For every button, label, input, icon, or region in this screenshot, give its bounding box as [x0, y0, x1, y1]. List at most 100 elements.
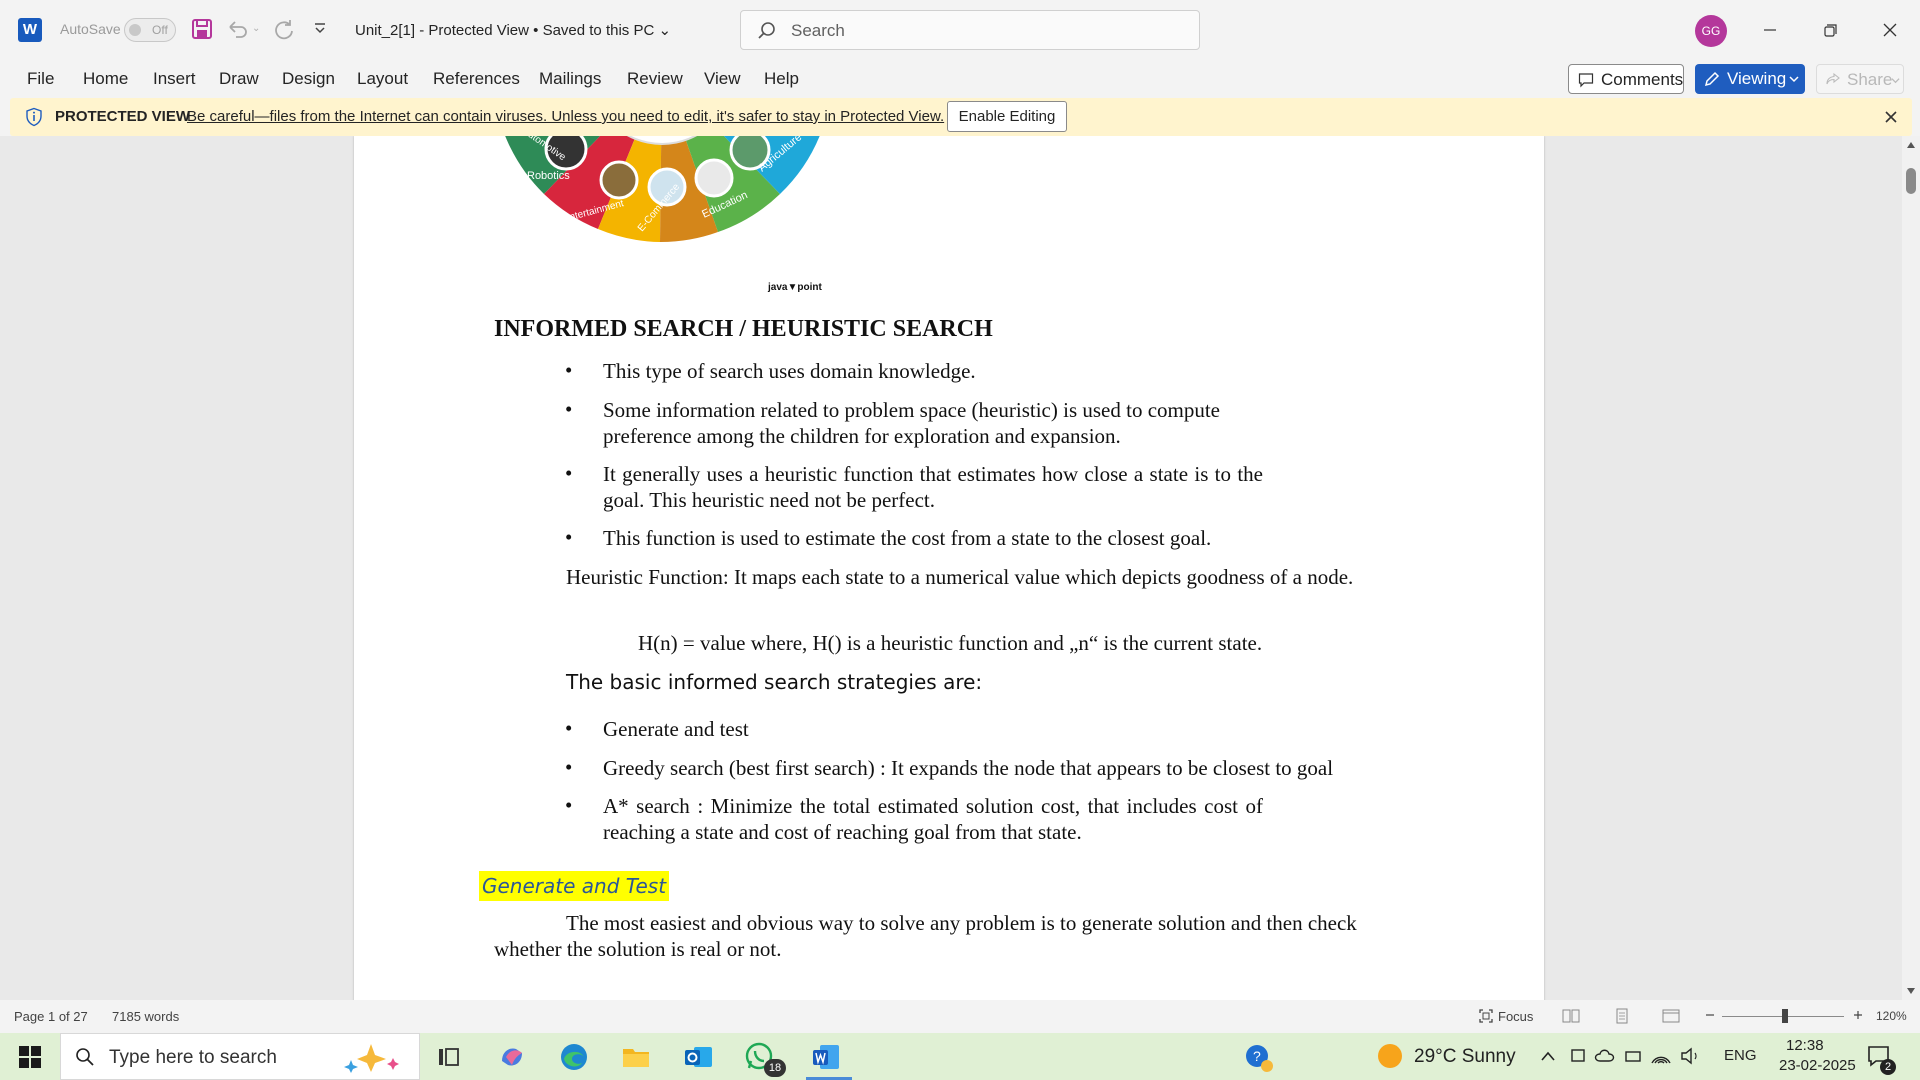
- list-item: This function is used to estimate the co…: [603, 526, 1212, 550]
- search-icon: [758, 22, 775, 39]
- undo-dropdown-icon[interactable]: ⌄: [252, 23, 260, 34]
- protected-view-title: PROTECTED VIEW: [55, 108, 191, 125]
- ai-applications-figure: Automotive Robotics Entertainment E-Comm…: [505, 136, 820, 243]
- focus-icon[interactable]: [1478, 1008, 1494, 1024]
- bullet-icon: •: [565, 397, 573, 421]
- protected-view-bar: PROTECTED VIEW Be careful—files from the…: [10, 98, 1912, 136]
- list-item: Greedy search (best first search) : It e…: [603, 756, 1334, 780]
- title-bar: W AutoSave Off ⌄ Unit_2[1] - Protected V…: [0, 0, 1920, 60]
- zoom-slider-thumb[interactable]: [1782, 1009, 1788, 1023]
- print-layout-icon[interactable]: [1614, 1008, 1630, 1024]
- figure-watermark: java▼point: [768, 282, 822, 293]
- comments-button[interactable]: Comments: [1568, 64, 1684, 94]
- toggle-knob: [129, 24, 141, 36]
- clock-date[interactable]: 23-02-2025: [1779, 1057, 1856, 1074]
- svg-text:?: ?: [1253, 1048, 1261, 1064]
- whatsapp-badge: 18: [764, 1059, 786, 1077]
- chevron-down-icon: [1789, 76, 1799, 83]
- notification-badge: 2: [1880, 1059, 1896, 1075]
- customize-toolbar-icon[interactable]: [312, 20, 328, 36]
- chevron-down-icon: [1891, 78, 1900, 84]
- comments-label: Comments: [1601, 70, 1684, 89]
- minimize-button[interactable]: [1750, 10, 1790, 50]
- scroll-down-arrow-icon[interactable]: [1906, 986, 1916, 996]
- tab-file[interactable]: File: [27, 69, 54, 89]
- task-view-icon[interactable]: [434, 1041, 466, 1073]
- tab-help[interactable]: Help: [764, 69, 799, 89]
- heuristic-formula: H(n) = value where, H() is a heuristic f…: [638, 631, 1263, 655]
- autosave-state: Off: [152, 23, 168, 37]
- taskbar-search-input[interactable]: Type here to search: [109, 1047, 277, 1069]
- focus-label[interactable]: Focus: [1498, 1009, 1533, 1024]
- bullet-icon: •: [565, 716, 573, 740]
- web-layout-icon[interactable]: [1662, 1008, 1680, 1024]
- chevron-up-icon[interactable]: [1540, 1049, 1556, 1063]
- redo-icon[interactable]: [272, 17, 296, 41]
- viewing-mode-button[interactable]: Viewing: [1695, 64, 1805, 94]
- scroll-up-arrow-icon[interactable]: [1906, 140, 1916, 150]
- tab-insert[interactable]: Insert: [153, 69, 196, 89]
- clock-time[interactable]: 12:38: [1786, 1037, 1824, 1054]
- outlook-icon[interactable]: [682, 1041, 714, 1073]
- tab-mailings[interactable]: Mailings: [539, 69, 601, 89]
- document-title-text: Unit_2[1] - Protected View • Saved to th…: [355, 22, 655, 39]
- tab-view[interactable]: View: [704, 69, 741, 89]
- page-count[interactable]: Page 1 of 27: [14, 1009, 88, 1024]
- avatar[interactable]: GG: [1695, 15, 1727, 47]
- autosave-toggle[interactable]: Off: [124, 18, 176, 42]
- list-item: Generate and test: [603, 717, 749, 741]
- edge-browser-icon[interactable]: [558, 1041, 590, 1073]
- scrollbar-thumb[interactable]: [1906, 168, 1916, 194]
- autosave-label: AutoSave: [60, 21, 121, 37]
- search-input[interactable]: Search: [791, 21, 845, 41]
- word-app-icon[interactable]: [810, 1041, 842, 1073]
- share-label: Share: [1847, 70, 1893, 89]
- document-page[interactable]: Automotive Robotics Entertainment E-Comm…: [354, 136, 1544, 1000]
- file-explorer-icon[interactable]: [620, 1041, 652, 1073]
- list-item: It generally uses a heuristic function t…: [603, 462, 1263, 512]
- tab-layout[interactable]: Layout: [357, 69, 408, 89]
- segment-label-robotics: Robotics: [527, 170, 570, 182]
- list-item: This type of search uses domain knowledg…: [603, 359, 976, 383]
- word-count[interactable]: 7185 words: [112, 1009, 179, 1024]
- zoom-out-icon[interactable]: [1704, 1009, 1716, 1021]
- enable-editing-button[interactable]: Enable Editing: [947, 101, 1067, 132]
- save-icon[interactable]: [190, 17, 214, 41]
- input-language[interactable]: ENG: [1724, 1047, 1757, 1064]
- search-box[interactable]: Search: [740, 10, 1200, 50]
- comment-icon: [1578, 73, 1594, 88]
- restore-button[interactable]: [1810, 10, 1850, 50]
- sun-icon[interactable]: [1378, 1044, 1402, 1068]
- info-shield-icon: [26, 107, 42, 127]
- zoom-level[interactable]: 120%: [1876, 1009, 1907, 1023]
- generate-and-test-paragraph: The most easiest and obvious way to solv…: [494, 911, 1357, 961]
- protected-view-message-link[interactable]: Be careful—files from the Internet can c…: [187, 108, 944, 125]
- tab-design[interactable]: Design: [282, 69, 335, 89]
- taskbar-search-box[interactable]: Type here to search: [60, 1033, 420, 1080]
- copilot-icon[interactable]: [496, 1041, 528, 1073]
- document-canvas[interactable]: Automotive Robotics Entertainment E-Comm…: [0, 136, 1920, 1000]
- tab-draw[interactable]: Draw: [219, 69, 259, 89]
- word-logo-icon: W: [18, 18, 42, 42]
- bullet-icon: •: [565, 755, 573, 779]
- tab-review[interactable]: Review: [627, 69, 683, 89]
- tab-home[interactable]: Home: [83, 69, 128, 89]
- read-mode-icon[interactable]: [1562, 1008, 1580, 1024]
- vertical-scrollbar[interactable]: [1902, 136, 1920, 1000]
- windows-start-icon[interactable]: [18, 1045, 42, 1069]
- share-button[interactable]: Share: [1816, 64, 1904, 94]
- close-window-button[interactable]: [1870, 10, 1910, 50]
- tab-references[interactable]: References: [433, 69, 520, 89]
- help-icon[interactable]: ?: [1244, 1043, 1274, 1073]
- bullet-icon: •: [565, 793, 573, 817]
- windows-taskbar: Type here to search 18 ? 29°C Sunny ENG …: [0, 1033, 1920, 1080]
- document-title[interactable]: Unit_2[1] - Protected View • Saved to th…: [355, 21, 671, 39]
- copilot-sparkle-icon: [344, 1044, 399, 1073]
- zoom-in-icon[interactable]: [1852, 1009, 1864, 1021]
- undo-icon[interactable]: [226, 17, 250, 41]
- close-icon[interactable]: [1882, 108, 1900, 126]
- system-tray-icons[interactable]: [1570, 1045, 1710, 1067]
- bullet-icon: •: [565, 525, 573, 549]
- weather-text[interactable]: 29°C Sunny: [1414, 1046, 1516, 1068]
- pen-icon: [1704, 71, 1720, 87]
